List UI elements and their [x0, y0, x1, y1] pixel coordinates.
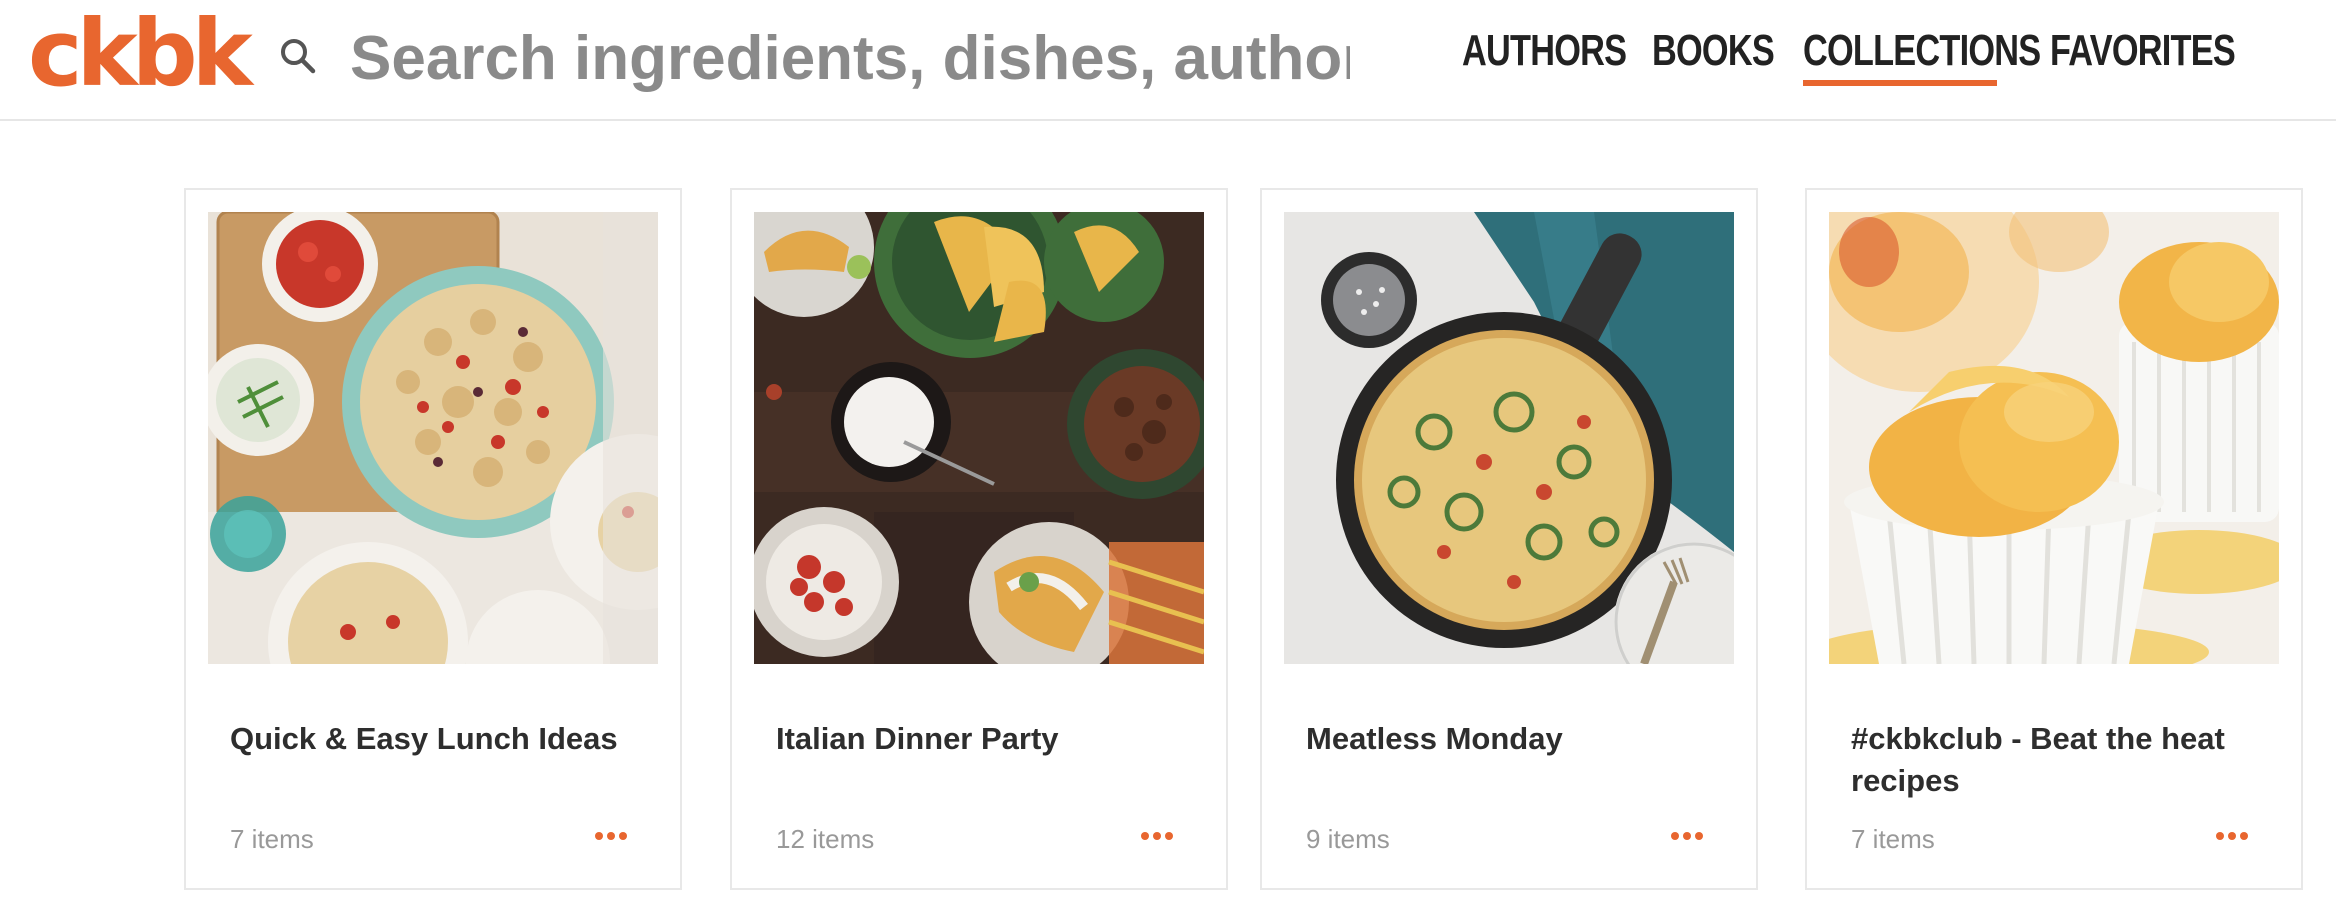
card-item-count: 7 items [1851, 824, 1935, 854]
nav-authors[interactable]: AUTHORS [1462, 26, 1627, 76]
card-item-count: 7 items [230, 824, 314, 854]
card-item-count: 9 items [1306, 824, 1390, 854]
card-title[interactable]: Meatless Monday [1306, 718, 1726, 760]
pasta-salad-photo[interactable] [208, 212, 658, 664]
nav-favorites[interactable]: FAVORITES [2050, 26, 2236, 76]
collection-card-beat-the-heat[interactable]: #ckbkclub - Beat the heat recipes 7 item… [1805, 188, 2303, 890]
collection-card-meatless-monday[interactable]: Meatless Monday 9 items [1260, 188, 1758, 890]
collection-card-lunch[interactable]: Quick & Easy Lunch Ideas 7 items [184, 188, 682, 890]
nav-books[interactable]: BOOKS [1652, 26, 1775, 76]
nav-collections[interactable]: COLLECTIONS [1803, 26, 2041, 76]
card-title[interactable]: Quick & Easy Lunch Ideas [230, 718, 650, 760]
collection-card-italian-dinner[interactable]: Italian Dinner Party 12 items [730, 188, 1228, 890]
search-input[interactable] [350, 18, 1350, 98]
frittata-skillet-photo[interactable] [1284, 212, 1734, 664]
card-title[interactable]: #ckbkclub - Beat the heat recipes [1851, 718, 2271, 802]
peach-sorbet-photo[interactable] [1829, 212, 2279, 664]
ckbk-logo[interactable]: ckbk [28, 8, 253, 100]
card-title[interactable]: Italian Dinner Party [776, 718, 1196, 760]
tacos-photo[interactable] [754, 212, 1204, 664]
card-item-count: 12 items [776, 824, 875, 854]
search-icon[interactable] [278, 36, 318, 76]
more-options-icon[interactable] [1670, 830, 1704, 842]
more-options-icon[interactable] [594, 830, 628, 842]
more-options-icon[interactable] [1140, 830, 1174, 842]
top-header: ckbk AUTHORS BOOKS COLLECTIONS FAVORITES [0, 0, 2336, 121]
more-options-icon[interactable] [2215, 830, 2249, 842]
active-nav-indicator [1803, 80, 1997, 86]
